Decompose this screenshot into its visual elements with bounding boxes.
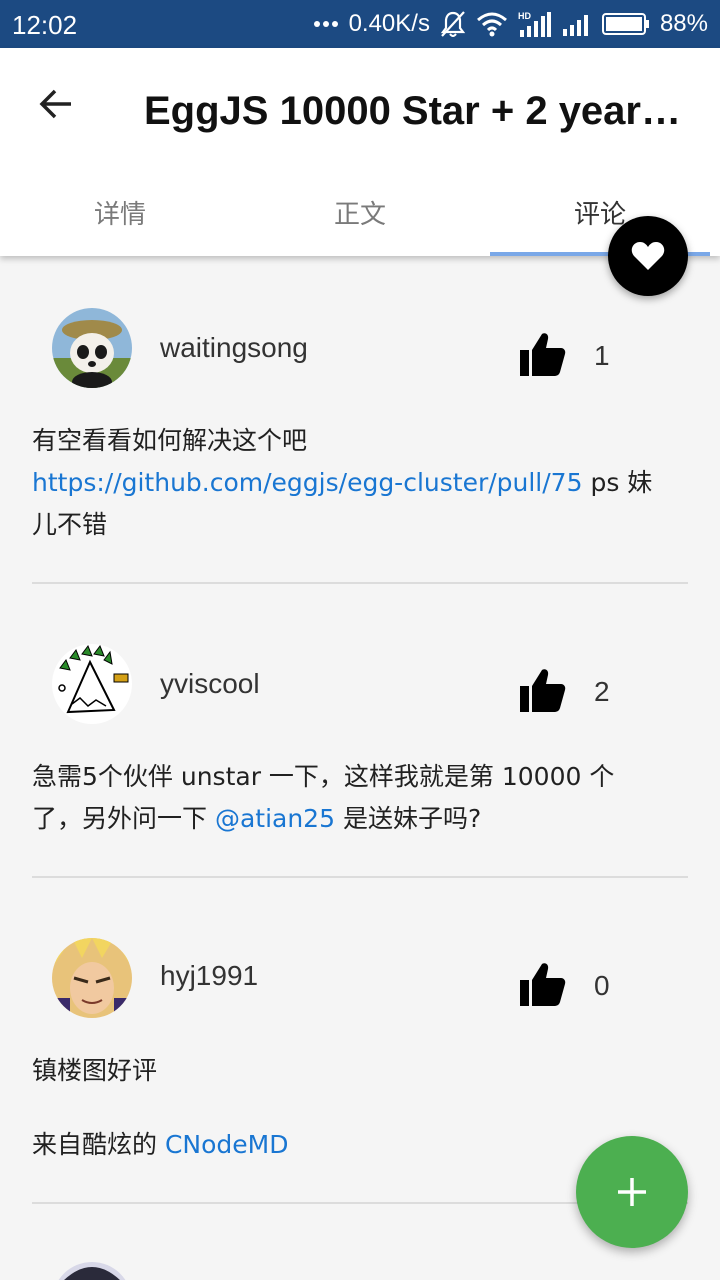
- comment-text: 急需5个伙伴 unstar 一下，这样我就是第 10000 个: [32, 762, 615, 791]
- back-button[interactable]: [24, 80, 88, 128]
- wifi-icon: [476, 11, 508, 37]
- comment-username[interactable]: hyj1991: [160, 960, 258, 992]
- thumb-up-icon[interactable]: [518, 666, 566, 714]
- comment-text: 了，另外问一下: [32, 804, 215, 833]
- comment-text: 儿不错: [32, 510, 108, 539]
- avatar[interactable]: [52, 644, 132, 724]
- comment-text: 有空看看如何解决这个吧: [32, 426, 308, 455]
- heart-icon: [631, 242, 665, 270]
- comment-body: 急需5个伙伴 unstar 一下，这样我就是第 10000 个 了，另外问一下 …: [32, 756, 688, 840]
- battery-percent: 88%: [659, 10, 708, 37]
- comment-item: yviscool 2 急需5个伙伴 unstar 一下，这样我就是第 10000…: [32, 644, 688, 878]
- add-comment-button[interactable]: [576, 1136, 688, 1248]
- avatar[interactable]: [52, 938, 132, 1018]
- thumb-up-icon[interactable]: [518, 960, 566, 1008]
- arrow-back-icon: [39, 89, 71, 119]
- comment-body: 有空看看如何解决这个吧 https://github.com/eggjs/egg…: [32, 420, 688, 546]
- mention-link[interactable]: @atian25: [215, 804, 335, 833]
- more-dots-icon: [313, 20, 339, 28]
- like-count: 1: [594, 340, 610, 371]
- comment-text: 镇楼图好评: [32, 1056, 158, 1085]
- hd-signal-icon: HD: [518, 10, 552, 38]
- status-bar: 12:02 0.40K/s HD 88%: [0, 0, 720, 48]
- plus-icon: [618, 1178, 646, 1206]
- status-time: 12:02: [12, 10, 78, 40]
- avatar[interactable]: [52, 1262, 132, 1280]
- bell-off-icon: [440, 10, 466, 38]
- thumb-up-icon[interactable]: [518, 330, 566, 378]
- tab-content[interactable]: 正文: [240, 178, 480, 256]
- battery-icon: [601, 13, 650, 35]
- comment-username[interactable]: waitingsong: [160, 332, 308, 364]
- comment-text: 是送妹子吗?: [335, 804, 482, 833]
- page-title: EggJS 10000 Star + 2 years 的...: [144, 89, 692, 133]
- divider: [32, 582, 688, 584]
- comment-text: ps 妹: [582, 468, 653, 497]
- signal-icon: [562, 12, 592, 36]
- network-speed: 0.40K/s: [348, 10, 430, 37]
- app-bar: EggJS 10000 Star + 2 years 的... 详情 正文 评论: [0, 48, 720, 256]
- comment-list[interactable]: waitingsong 1 有空看看如何解决这个吧 https://github…: [0, 256, 720, 1280]
- avatar[interactable]: [52, 308, 132, 388]
- comment-link[interactable]: https://github.com/eggjs/egg-cluster/pul…: [32, 468, 583, 497]
- comment-link[interactable]: CNodeMD: [165, 1130, 289, 1159]
- like-count: 0: [594, 970, 610, 1001]
- divider: [32, 876, 688, 878]
- tab-details[interactable]: 详情: [0, 178, 240, 256]
- comment-text: 来自酷炫的: [32, 1130, 165, 1159]
- comment-item: [32, 1262, 688, 1280]
- comment-body: 镇楼图好评 来自酷炫的 CNodeMD: [32, 1050, 688, 1166]
- like-count: 2: [594, 676, 610, 707]
- comment-item: waitingsong 1 有空看看如何解决这个吧 https://github…: [32, 308, 688, 584]
- svg-text:HD: HD: [518, 11, 531, 21]
- comment-username[interactable]: yviscool: [160, 668, 260, 700]
- favorite-button[interactable]: [608, 216, 688, 296]
